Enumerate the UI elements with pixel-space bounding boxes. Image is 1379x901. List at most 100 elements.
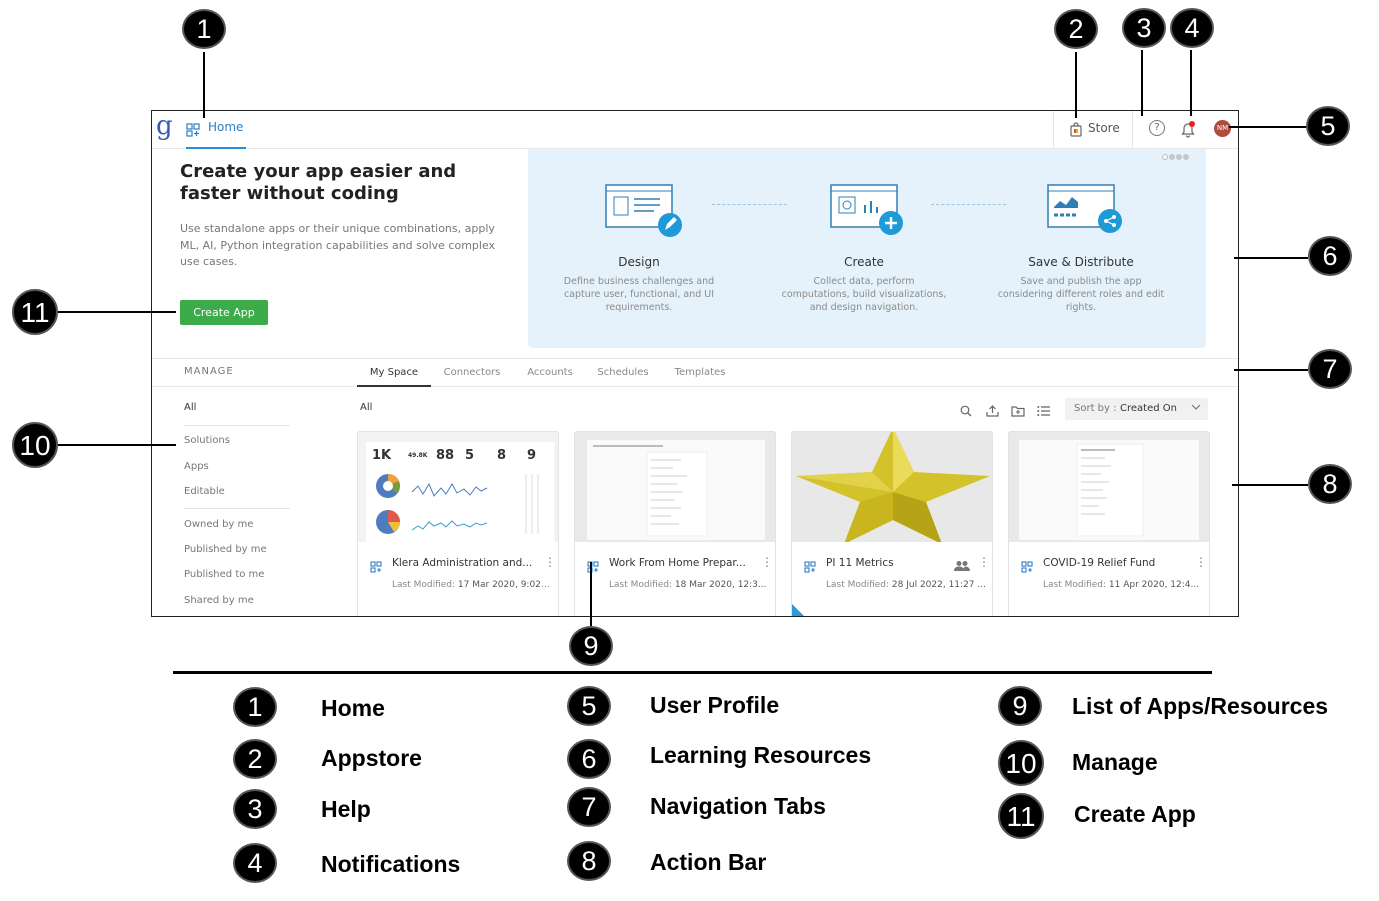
legend-label: Navigation Tabs xyxy=(650,793,826,819)
navigation-tabs: MANAGE My Space Connectors Accounts Sche… xyxy=(152,358,1238,387)
tab-templates[interactable]: Templates xyxy=(670,359,730,387)
star-image-icon xyxy=(796,432,990,542)
more-options-icon[interactable]: ⋮ xyxy=(978,556,990,568)
sidebar-item-owned-by-me[interactable]: Owned by me xyxy=(184,519,253,530)
grid-icon xyxy=(186,122,200,141)
sidebar-item-editable[interactable]: Editable xyxy=(184,486,225,497)
carousel-dot[interactable] xyxy=(1176,154,1182,160)
notification-bell-icon[interactable] xyxy=(1180,120,1196,138)
app-card[interactable]: PI 11 Metrics ⋮ Last Modified: 28 Jul 20… xyxy=(791,431,993,616)
app-icon xyxy=(587,558,599,577)
learning-step-desc: Define business challenges and capture u… xyxy=(563,276,715,313)
card-meta: Last Modified: 28 Jul 2022, 11:27 ... xyxy=(826,580,986,590)
list-view-icon[interactable] xyxy=(1037,402,1050,421)
legend-label: Learning Resources xyxy=(650,742,872,768)
sort-value: Created On xyxy=(1120,403,1177,414)
tab-schedules[interactable]: Schedules xyxy=(595,359,651,387)
app-logo[interactable]: g xyxy=(156,111,173,141)
sidebar-item-solutions[interactable]: Solutions xyxy=(184,435,230,446)
legend-badge: 7 xyxy=(567,787,611,827)
callout-badge: 7 xyxy=(1308,349,1352,389)
learning-resources-panel: Design Define business challenges and ca… xyxy=(528,149,1206,348)
callout-badge: 6 xyxy=(1308,236,1352,276)
legend-badge: 11 xyxy=(998,793,1044,839)
sidebar-item-apps[interactable]: Apps xyxy=(184,461,209,472)
home-tab[interactable]: Home xyxy=(186,111,246,149)
hero-title: Create your app easier and faster withou… xyxy=(180,161,457,204)
card-thumbnail xyxy=(1009,432,1209,542)
tab-my-space[interactable]: My Space xyxy=(357,359,431,387)
kpi-value: 8 xyxy=(497,448,507,463)
more-options-icon[interactable]: ⋮ xyxy=(761,556,773,568)
help-icon[interactable]: ? xyxy=(1149,120,1165,136)
learning-step-save-distribute[interactable]: Save & Distribute Save and publish the a… xyxy=(996,179,1166,314)
user-avatar[interactable]: NM xyxy=(1214,120,1231,137)
app-card[interactable]: COVID-19 Relief Fund ⋮ Last Modified: 11… xyxy=(1008,431,1210,616)
callout-leader xyxy=(1075,52,1077,118)
card-title[interactable]: PI 11 Metrics xyxy=(826,557,946,569)
card-thumbnail xyxy=(792,432,992,542)
card-title-row: Klera Administration and... ⋮ xyxy=(370,556,556,573)
more-options-icon[interactable]: ⋮ xyxy=(1195,556,1207,568)
tab-accounts[interactable]: Accounts xyxy=(522,359,578,387)
callout-leader xyxy=(203,52,205,118)
legend-label: User Profile xyxy=(650,692,780,718)
meta-label: Last Modified: xyxy=(1043,580,1107,590)
learning-step-design[interactable]: Design Define business challenges and ca… xyxy=(554,179,724,314)
document-preview xyxy=(587,440,765,540)
callout-leader xyxy=(1232,484,1308,486)
learning-step-title: Create xyxy=(844,255,884,269)
app-card[interactable]: 1K 49.8K 88 5 8 9 Klera Administration a… xyxy=(357,431,559,616)
kpi-value: 1K xyxy=(372,448,392,463)
sidebar-item-published-to-me[interactable]: Published to me xyxy=(184,569,264,580)
more-options-icon[interactable]: ⋮ xyxy=(544,556,556,568)
legend-badge: 4 xyxy=(233,843,277,883)
app-card[interactable]: Work From Home Prepar... ⋮ Last Modified… xyxy=(574,431,776,616)
legend-label: Appstore xyxy=(321,745,422,771)
callout-badge: 9 xyxy=(569,626,613,666)
callout-badge: 11 xyxy=(12,289,58,335)
design-illustration-icon xyxy=(554,179,724,243)
meta-label: Last Modified: xyxy=(609,580,673,590)
kpi-value: 88 xyxy=(436,448,455,463)
learning-step-desc: Save and publish the app considering dif… xyxy=(997,276,1165,313)
create-app-button[interactable]: Create App xyxy=(180,300,268,325)
card-title[interactable]: COVID-19 Relief Fund xyxy=(1043,557,1188,569)
meta-value: 17 Mar 2020, 9:02 ... xyxy=(457,580,552,590)
sidebar-item-all[interactable]: All xyxy=(184,402,196,413)
card-title-row: COVID-19 Relief Fund ⋮ xyxy=(1021,556,1207,573)
sidebar-item-published-by-me[interactable]: Published by me xyxy=(184,544,267,555)
search-icon[interactable] xyxy=(960,402,972,421)
sort-dropdown[interactable]: Sort by : Created On xyxy=(1065,398,1208,420)
legend-label: List of Apps/Resources xyxy=(1072,693,1329,719)
legend-badge: 5 xyxy=(567,686,611,726)
learning-step-title: Design xyxy=(618,255,660,269)
sidebar-divider xyxy=(184,508,290,509)
meta-value: 18 Mar 2020, 12:3... xyxy=(674,580,767,590)
card-title[interactable]: Klera Administration and... xyxy=(392,557,537,569)
card-title[interactable]: Work From Home Prepar... xyxy=(609,557,754,569)
tab-connectors[interactable]: Connectors xyxy=(440,359,504,387)
store-label: Store xyxy=(1088,121,1120,135)
app-window: g Home Store ? NM Create your app easier… xyxy=(151,110,1239,617)
callout-leader xyxy=(58,444,176,446)
legend-badge: 10 xyxy=(998,740,1044,786)
sidebar-item-shared-by-me[interactable]: Shared by me xyxy=(184,595,254,606)
new-folder-icon[interactable] xyxy=(1011,402,1025,421)
callout-badge: 2 xyxy=(1054,9,1098,49)
carousel-dot[interactable] xyxy=(1183,154,1189,160)
carousel-dot[interactable] xyxy=(1169,154,1175,160)
legend-label: Notifications xyxy=(321,851,461,877)
card-thumbnail xyxy=(575,432,775,542)
callout-leader xyxy=(58,311,176,313)
store-button[interactable]: Store xyxy=(1053,111,1133,149)
carousel-dot[interactable] xyxy=(1162,154,1168,160)
carousel-dots[interactable] xyxy=(1162,145,1190,164)
callout-badge: 3 xyxy=(1122,8,1166,48)
upload-icon[interactable] xyxy=(986,402,999,421)
learning-step-create[interactable]: Create Collect data, perform computation… xyxy=(779,179,949,314)
callout-leader xyxy=(1234,369,1308,371)
shared-users-icon xyxy=(954,557,970,576)
legend-badge: 3 xyxy=(233,789,277,829)
app-icon xyxy=(370,558,382,577)
